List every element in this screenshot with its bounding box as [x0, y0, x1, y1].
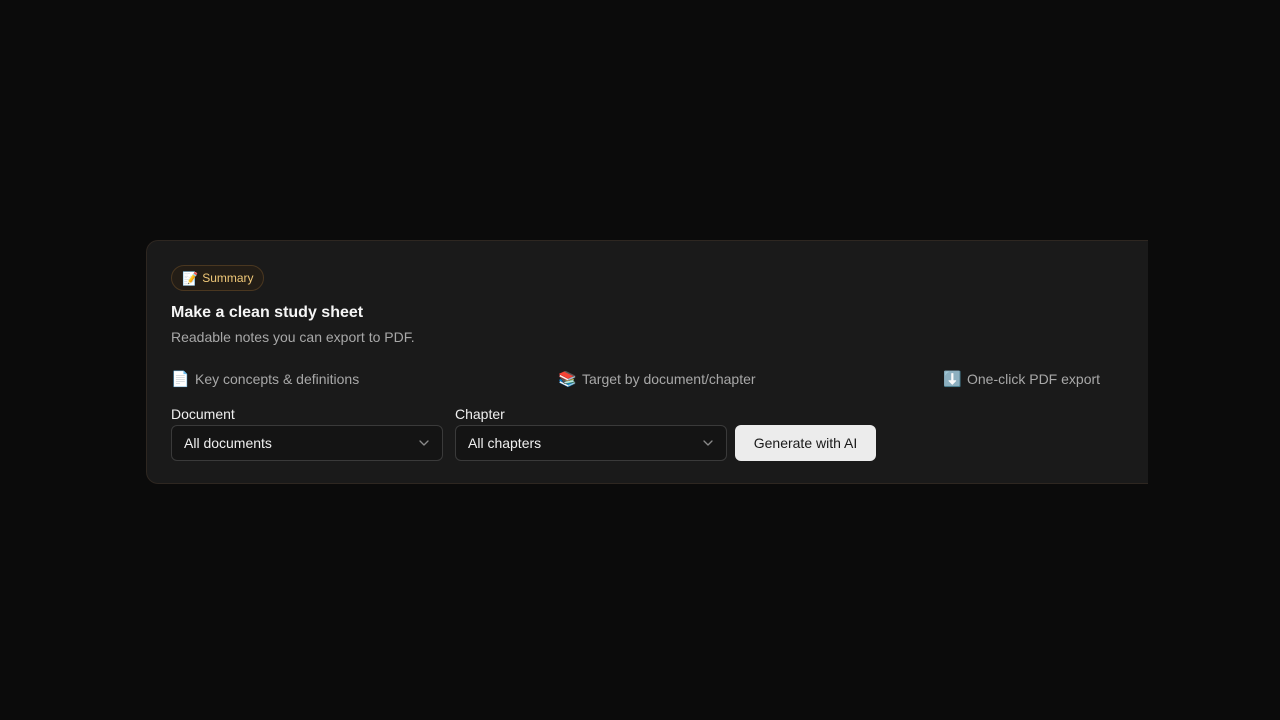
books-icon: 📚	[558, 370, 577, 388]
card-subtitle: Readable notes you can export to PDF.	[171, 329, 415, 345]
summary-card: 📝 Summary Make a clean study sheet Reada…	[146, 240, 1148, 484]
card-title: Make a clean study sheet	[171, 304, 364, 321]
feature-pdf-export: ⬇️ One-click PDF export	[943, 371, 1100, 387]
chapter-select[interactable]: All chapters	[455, 425, 727, 461]
chapter-select-value: All chapters	[468, 435, 542, 451]
feature-label: One-click PDF export	[967, 371, 1101, 387]
document-select[interactable]: All documents	[171, 425, 443, 461]
summary-badge: 📝 Summary	[171, 265, 264, 291]
document-icon: 📄	[171, 370, 190, 388]
feature-key-concepts: 📄 Key concepts & definitions	[171, 371, 359, 387]
feature-label: Target by document/chapter	[582, 371, 756, 387]
chevron-down-icon	[418, 437, 430, 449]
document-select-value: All documents	[184, 435, 272, 451]
document-label: Document	[171, 406, 235, 422]
chapter-label: Chapter	[455, 406, 505, 422]
feature-label: Key concepts & definitions	[195, 371, 360, 387]
generate-with-ai-button[interactable]: Generate with AI	[735, 425, 876, 461]
download-arrow-icon: ⬇️	[943, 370, 962, 388]
chevron-down-icon	[702, 437, 714, 449]
feature-target: 📚 Target by document/chapter	[558, 371, 756, 387]
summary-badge-label: Summary	[202, 271, 254, 285]
memo-icon: 📝	[182, 270, 199, 286]
